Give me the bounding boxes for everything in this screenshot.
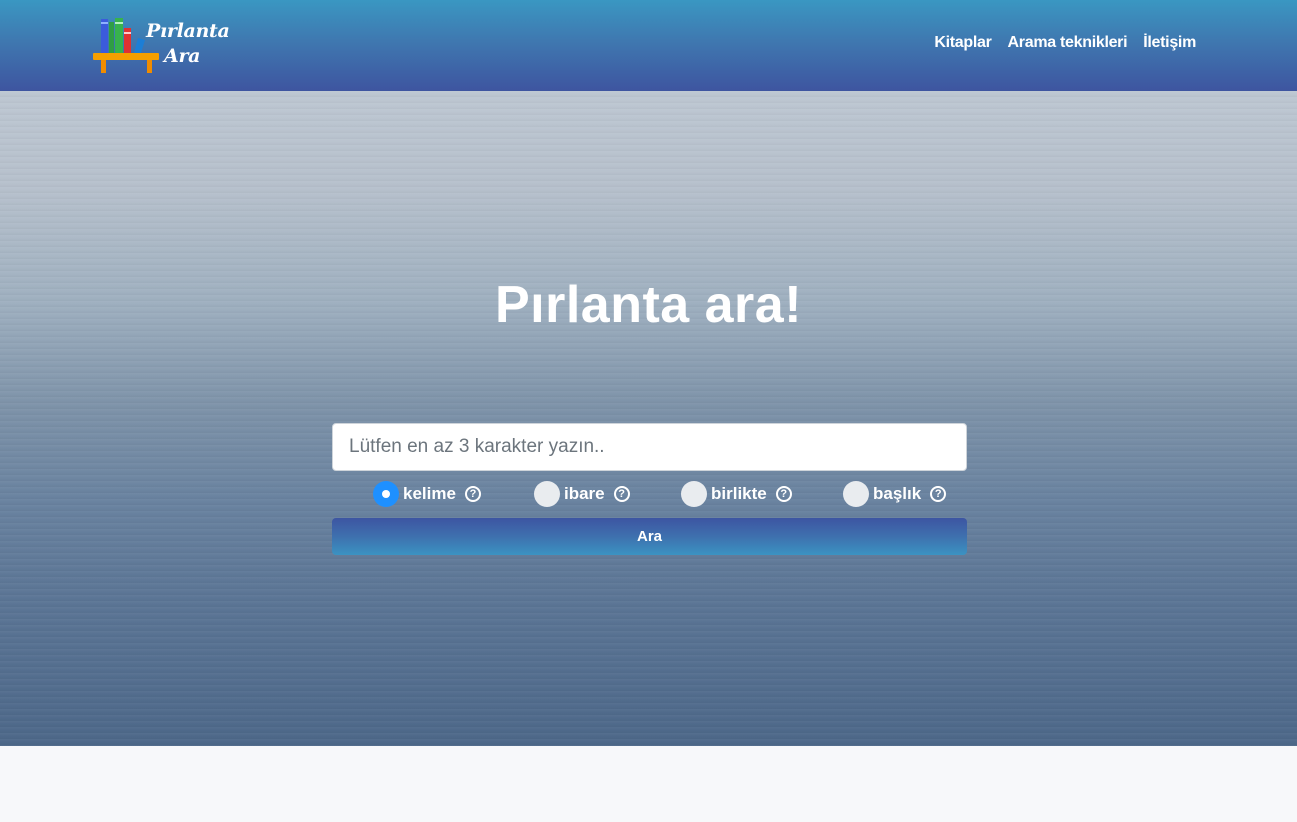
brand-line-1: Pırlanta	[146, 20, 230, 42]
option-birlikte[interactable]: birlikte ?	[681, 480, 792, 508]
search-button[interactable]: Ara	[332, 518, 967, 555]
brand-wordmark: Pırlanta Ara	[146, 19, 230, 69]
below-hero-area	[0, 746, 1297, 822]
radio-baslik[interactable]	[843, 481, 869, 507]
main-nav: Kitaplar Arama teknikleri İletişim	[934, 34, 1196, 52]
brand-logo[interactable]: Pırlanta Ara	[93, 16, 230, 76]
nav-link-kitaplar[interactable]: Kitaplar	[934, 34, 991, 52]
option-baslik[interactable]: başlık ?	[843, 480, 947, 508]
radio-ibare[interactable]	[534, 481, 560, 507]
help-circle-icon[interactable]: ?	[464, 486, 481, 502]
radio-birlikte[interactable]	[681, 481, 707, 507]
search-mode-options: kelime ? ibare ? birlikte ? başlık ?	[332, 480, 967, 508]
option-ibare-label: ibare	[564, 484, 605, 503]
option-ibare[interactable]: ibare ?	[534, 480, 630, 508]
help-circle-icon[interactable]: ?	[613, 486, 630, 502]
nav-link-arama-teknikleri[interactable]: Arama teknikleri	[1008, 34, 1128, 52]
option-baslik-label: başlık	[873, 484, 922, 503]
hero-section: Pırlanta ara! kelime ? ibare ? birlikte …	[0, 91, 1297, 746]
option-kelime[interactable]: kelime ?	[373, 480, 481, 508]
help-circle-icon[interactable]: ?	[930, 486, 947, 502]
radio-kelime[interactable]	[373, 481, 399, 507]
navbar: Pırlanta Ara Kitaplar Arama teknikleri İ…	[0, 0, 1297, 91]
search-input[interactable]	[332, 423, 967, 471]
option-birlikte-label: birlikte	[711, 484, 767, 503]
hero-title: Pırlanta ara!	[494, 276, 803, 334]
brand-line-2: Ara	[164, 45, 201, 67]
option-kelime-label: kelime	[403, 484, 456, 503]
nav-link-iletisim[interactable]: İletişim	[1143, 34, 1196, 52]
help-circle-icon[interactable]: ?	[775, 486, 792, 502]
